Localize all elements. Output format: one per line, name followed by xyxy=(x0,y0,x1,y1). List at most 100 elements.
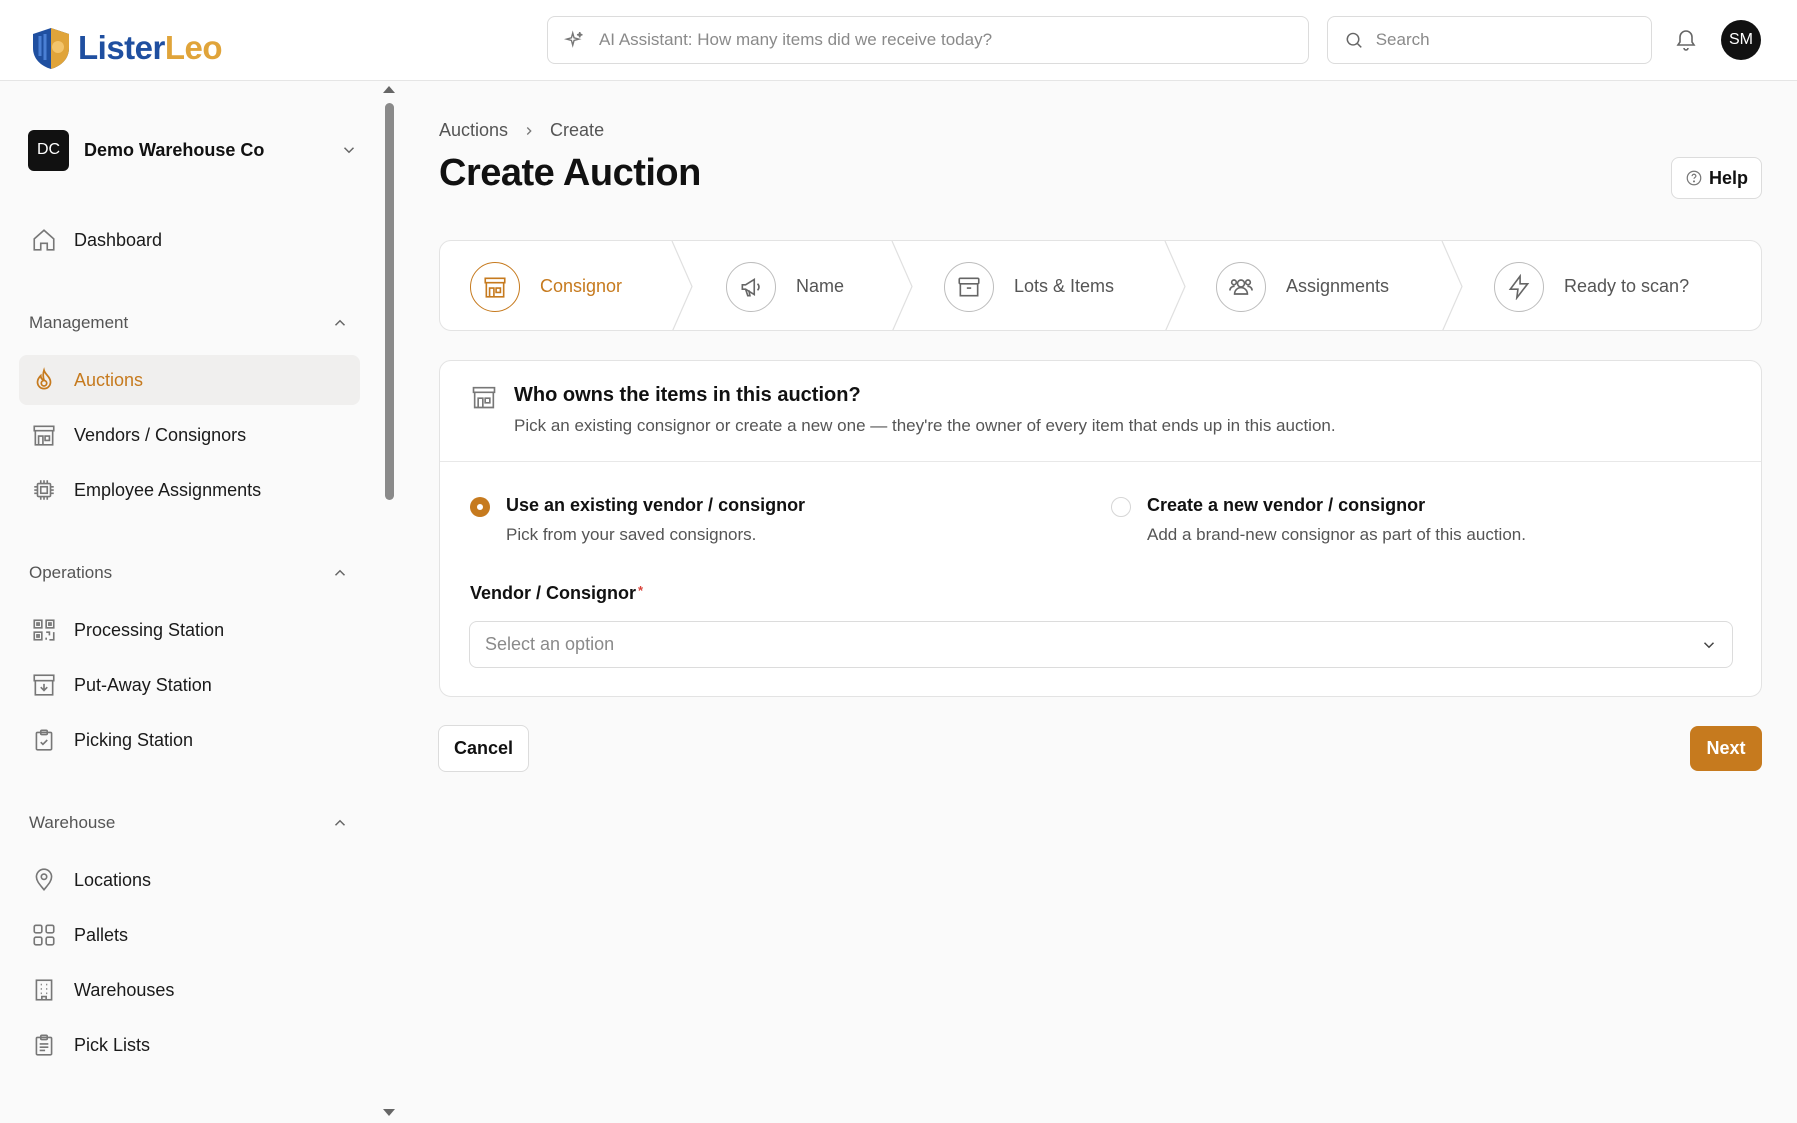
step-label: Consignor xyxy=(540,276,623,296)
step-assignments[interactable]: Assignments xyxy=(1216,241,1390,330)
wizard-stepper: Consignor Name Lots & Items Assignments … xyxy=(439,240,1762,331)
breadcrumb-auctions-link[interactable]: Auctions xyxy=(439,120,508,141)
vendor-field-label: Vendor / Consignor * xyxy=(470,583,643,604)
chevron-right-icon xyxy=(526,126,532,135)
select-placeholder: Select an option xyxy=(485,634,615,654)
org-name: Demo Warehouse Co xyxy=(84,139,265,160)
sidebar-item-label: Put-Away Station xyxy=(74,674,212,695)
sidebar-item-label: Picking Station xyxy=(74,729,194,750)
option-label: Create a new vendor / consignor xyxy=(1147,495,1426,515)
help-label: Help xyxy=(1708,167,1748,188)
sidebar-item-label: Warehouses xyxy=(74,979,175,1000)
scroll-down-arrow[interactable] xyxy=(383,1109,395,1116)
ai-assistant-box[interactable] xyxy=(547,16,1309,64)
notifications-button[interactable] xyxy=(1672,26,1700,54)
sidebar-item-label: Employee Assignments xyxy=(74,479,262,500)
archive-down-icon xyxy=(31,672,57,698)
clipboard-check-icon xyxy=(31,727,57,753)
bell-icon xyxy=(1676,30,1696,51)
consignor-card: Who owns the items in this auction? Pick… xyxy=(439,360,1762,697)
step-label: Lots & Items xyxy=(1014,276,1115,296)
sidebar-item-label: Vendors / Consignors xyxy=(74,424,247,445)
field-label-text: Vendor / Consignor xyxy=(470,583,637,603)
sidebar-item-warehouses[interactable]: Warehouses xyxy=(19,965,360,1015)
section-label: Operations xyxy=(29,563,113,582)
sidebar-item-pick-lists[interactable]: Pick Lists xyxy=(19,1020,360,1070)
search-box[interactable] xyxy=(1327,16,1652,64)
store-icon xyxy=(470,261,520,312)
section-warehouse[interactable]: Warehouse xyxy=(29,811,349,835)
search-input[interactable] xyxy=(1375,30,1651,50)
step-separator xyxy=(1441,241,1463,330)
step-name[interactable]: Name xyxy=(726,241,845,330)
sparkle-icon xyxy=(564,30,583,48)
section-label: Warehouse xyxy=(29,813,116,832)
scroll-up-arrow[interactable] xyxy=(383,86,395,93)
sidebar-item-put-away-station[interactable]: Put-Away Station xyxy=(19,660,360,710)
sidebar-item-label: Dashboard xyxy=(74,229,163,250)
sidebar-item-processing-station[interactable]: Processing Station xyxy=(19,605,360,655)
sidebar-scroll-thumb[interactable] xyxy=(385,103,394,500)
step-ready-to-scan[interactable]: Ready to scan? xyxy=(1494,241,1690,330)
store-icon xyxy=(472,386,496,409)
step-separator xyxy=(891,241,913,330)
sidebar-item-label: Locations xyxy=(74,869,152,890)
sidebar-item-dashboard[interactable]: Dashboard xyxy=(19,215,360,265)
top-bar: ListerLeo SM xyxy=(0,0,1797,81)
grid-icon xyxy=(31,922,57,948)
sidebar-item-vendors[interactable]: Vendors / Consignors xyxy=(19,410,360,460)
required-mark: * xyxy=(638,583,644,598)
org-switcher[interactable]: DC Demo Warehouse Co xyxy=(28,129,358,171)
sidebar-item-picking-station[interactable]: Picking Station xyxy=(19,715,360,765)
card-title: Who owns the items in this auction? xyxy=(514,384,861,406)
help-circle-icon xyxy=(1686,170,1702,186)
chevron-down-icon xyxy=(343,147,355,154)
ai-assistant-input[interactable] xyxy=(598,30,1308,50)
search-icon xyxy=(1346,32,1362,48)
archive-icon xyxy=(944,261,994,312)
sidebar-item-employee-assignments[interactable]: Employee Assignments xyxy=(19,465,360,515)
vendor-select[interactable]: Select an option xyxy=(469,621,1733,668)
breadcrumb-current: Create xyxy=(550,120,605,140)
radio-new[interactable] xyxy=(1111,497,1131,517)
step-separator xyxy=(671,241,693,330)
chevron-up-icon xyxy=(334,319,346,326)
cancel-button[interactable]: Cancel xyxy=(438,725,529,772)
section-operations[interactable]: Operations xyxy=(29,561,349,585)
help-button[interactable]: Help xyxy=(1671,157,1762,199)
chevron-up-icon xyxy=(334,819,346,826)
step-separator xyxy=(1164,241,1186,330)
logo[interactable]: ListerLeo xyxy=(30,26,223,70)
step-lots-items[interactable]: Lots & Items xyxy=(944,241,1115,330)
shield-logo-icon xyxy=(33,28,69,69)
sidebar-item-label: Processing Station xyxy=(74,619,225,640)
org-badge: DC xyxy=(28,129,69,171)
sidebar-item-pallets[interactable]: Pallets xyxy=(19,910,360,960)
step-label: Assignments xyxy=(1286,276,1390,296)
card-header: Who owns the items in this auction? Pick… xyxy=(440,361,1761,462)
step-label: Ready to scan? xyxy=(1564,276,1690,296)
chip-icon xyxy=(31,477,57,503)
sidebar-item-auctions[interactable]: Auctions xyxy=(19,355,360,405)
logo-text: ListerLeo xyxy=(78,29,223,66)
store-icon xyxy=(31,422,57,448)
user-avatar[interactable]: SM xyxy=(1721,20,1761,60)
map-pin-icon xyxy=(31,867,57,893)
sidebar: DC Demo Warehouse Co Dashboard Managemen… xyxy=(0,81,380,1123)
chevron-up-icon xyxy=(334,569,346,576)
section-label: Management xyxy=(29,313,129,332)
option-sub: Pick from your saved consignors. xyxy=(506,525,757,544)
lightning-icon xyxy=(1494,261,1544,312)
section-management[interactable]: Management xyxy=(29,311,349,335)
sidebar-item-locations[interactable]: Locations xyxy=(19,855,360,905)
step-consignor[interactable]: Consignor xyxy=(470,241,623,330)
next-button[interactable]: Next xyxy=(1690,726,1762,771)
building-icon xyxy=(31,977,57,1003)
megaphone-icon xyxy=(726,261,776,312)
step-label: Name xyxy=(796,276,845,296)
radio-existing[interactable] xyxy=(470,497,490,517)
sidebar-item-label: Auctions xyxy=(74,369,144,390)
breadcrumb: Auctions Create xyxy=(439,120,604,141)
card-description: Pick an existing consignor or create a n… xyxy=(514,416,1336,435)
option-label: Use an existing vendor / consignor xyxy=(506,495,806,515)
